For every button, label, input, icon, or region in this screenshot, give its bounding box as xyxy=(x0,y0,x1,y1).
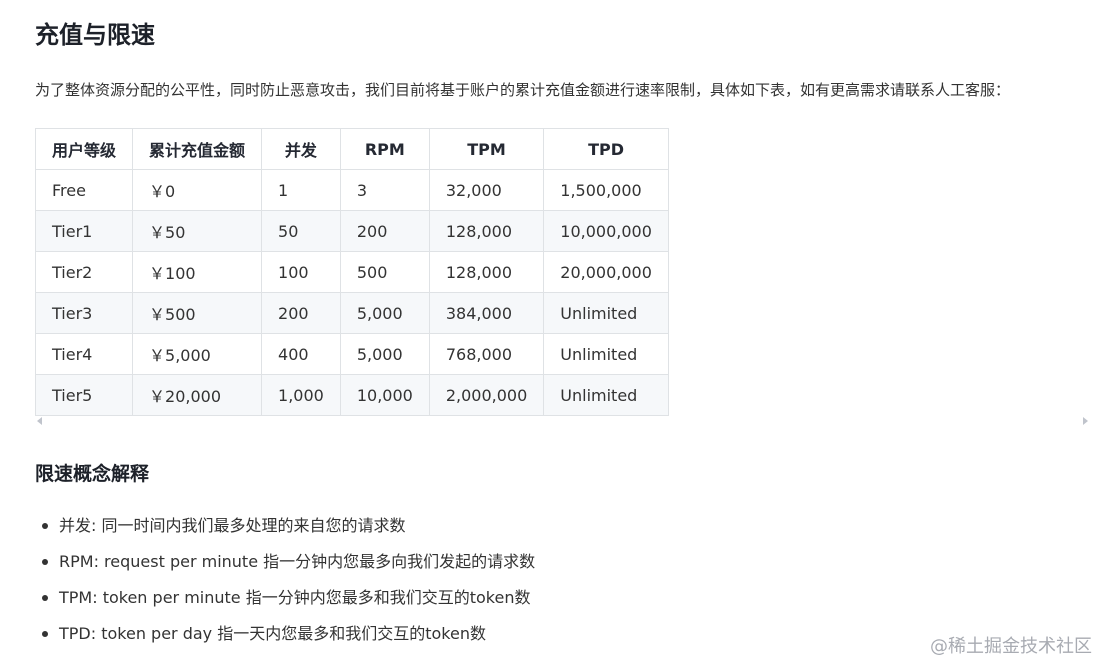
cell-user-level: Tier1 xyxy=(34,210,134,252)
concept-tpd-text: TPD: token per day 指一天内您最多和我们交互的token数 xyxy=(59,624,486,643)
intro-paragraph: 为了整体资源分配的公平性，同时防止恶意攻击，我们目前将基于账户的累计充值金额进行… xyxy=(35,81,1011,99)
cell-rpm: 3 xyxy=(339,169,430,211)
page-title: 充值与限速 xyxy=(35,21,155,49)
table-header-row: 用户等级 累计充值金额 并发 RPM TPM TPD xyxy=(34,128,669,170)
cell-user-level: Free xyxy=(34,169,134,211)
concept-concurrency-text: 并发: 同一时间内我们最多处理的来自您的请求数 xyxy=(59,516,406,535)
rate-limit-table: 用户等级 累计充值金额 并发 RPM TPM TPD Free ￥0 1 3 3… xyxy=(34,128,669,416)
cell-concurrency: 1,000 xyxy=(261,374,341,416)
cell-recharge: ￥5,000 xyxy=(132,333,263,375)
cell-tpd: 20,000,000 xyxy=(543,251,669,293)
list-item: RPM: request per minute 指一分钟内您最多向我们发起的请求… xyxy=(35,546,535,582)
cell-tpm: 384,000 xyxy=(428,292,545,334)
table-row: Free ￥0 1 3 32,000 1,500,000 xyxy=(34,169,669,211)
cell-tpm: 128,000 xyxy=(428,210,545,252)
cell-rpm: 500 xyxy=(339,251,430,293)
bullet-icon xyxy=(42,559,48,565)
header-user-level: 用户等级 xyxy=(34,128,134,170)
cell-concurrency: 200 xyxy=(261,292,341,334)
table-row: Tier2 ￥100 100 500 128,000 20,000,000 xyxy=(34,251,669,293)
scroll-right-arrow-icon[interactable] xyxy=(1083,417,1088,425)
cell-tpd: Unlimited xyxy=(543,292,669,334)
table-horizontal-scrollbar[interactable] xyxy=(35,415,1090,427)
cell-tpd: Unlimited xyxy=(543,374,669,416)
cell-recharge: ￥50 xyxy=(132,210,263,252)
cell-tpd: 10,000,000 xyxy=(543,210,669,252)
bullet-icon xyxy=(42,523,48,529)
cell-tpd: Unlimited xyxy=(543,333,669,375)
cell-tpd: 1,500,000 xyxy=(543,169,669,211)
watermark: @稀土掘金技术社区 xyxy=(930,636,1092,657)
bullet-icon xyxy=(42,631,48,637)
cell-rpm: 5,000 xyxy=(339,292,430,334)
cell-user-level: Tier3 xyxy=(34,292,134,334)
header-tpd: TPD xyxy=(543,128,669,170)
cell-recharge: ￥20,000 xyxy=(132,374,263,416)
list-item: TPM: token per minute 指一分钟内您最多和我们交互的toke… xyxy=(35,582,535,618)
cell-tpm: 768,000 xyxy=(428,333,545,375)
cell-rpm: 5,000 xyxy=(339,333,430,375)
concepts-list: 并发: 同一时间内我们最多处理的来自您的请求数 RPM: request per… xyxy=(35,510,535,654)
concepts-section-title: 限速概念解释 xyxy=(35,463,150,485)
header-tpm: TPM xyxy=(428,128,545,170)
cell-user-level: Tier2 xyxy=(34,251,134,293)
cell-concurrency: 400 xyxy=(261,333,341,375)
cell-recharge: ￥100 xyxy=(132,251,263,293)
cell-recharge: ￥500 xyxy=(132,292,263,334)
table-row: Tier4 ￥5,000 400 5,000 768,000 Unlimited xyxy=(34,333,669,375)
header-concurrency: 并发 xyxy=(261,128,341,170)
list-item: TPD: token per day 指一天内您最多和我们交互的token数 xyxy=(35,618,535,654)
cell-rpm: 200 xyxy=(339,210,430,252)
bullet-icon xyxy=(42,595,48,601)
table-row: Tier5 ￥20,000 1,000 10,000 2,000,000 Unl… xyxy=(34,374,669,416)
concept-tpm-text: TPM: token per minute 指一分钟内您最多和我们交互的toke… xyxy=(59,588,531,607)
concept-rpm-text: RPM: request per minute 指一分钟内您最多向我们发起的请求… xyxy=(59,552,536,571)
header-cumulative-recharge: 累计充值金额 xyxy=(132,128,263,170)
cell-tpm: 2,000,000 xyxy=(428,374,545,416)
cell-recharge: ￥0 xyxy=(132,169,263,211)
cell-concurrency: 50 xyxy=(261,210,341,252)
header-rpm: RPM xyxy=(339,128,430,170)
scroll-left-arrow-icon[interactable] xyxy=(37,417,42,425)
cell-user-level: Tier5 xyxy=(34,374,134,416)
table-row: Tier1 ￥50 50 200 128,000 10,000,000 xyxy=(34,210,669,252)
cell-concurrency: 1 xyxy=(261,169,341,211)
cell-tpm: 32,000 xyxy=(428,169,545,211)
rate-limit-table-container: 用户等级 累计充值金额 并发 RPM TPM TPD Free ￥0 1 3 3… xyxy=(34,128,669,416)
cell-tpm: 128,000 xyxy=(428,251,545,293)
table-row: Tier3 ￥500 200 5,000 384,000 Unlimited xyxy=(34,292,669,334)
list-item: 并发: 同一时间内我们最多处理的来自您的请求数 xyxy=(35,510,535,546)
cell-rpm: 10,000 xyxy=(339,374,430,416)
cell-user-level: Tier4 xyxy=(34,333,134,375)
cell-concurrency: 100 xyxy=(261,251,341,293)
